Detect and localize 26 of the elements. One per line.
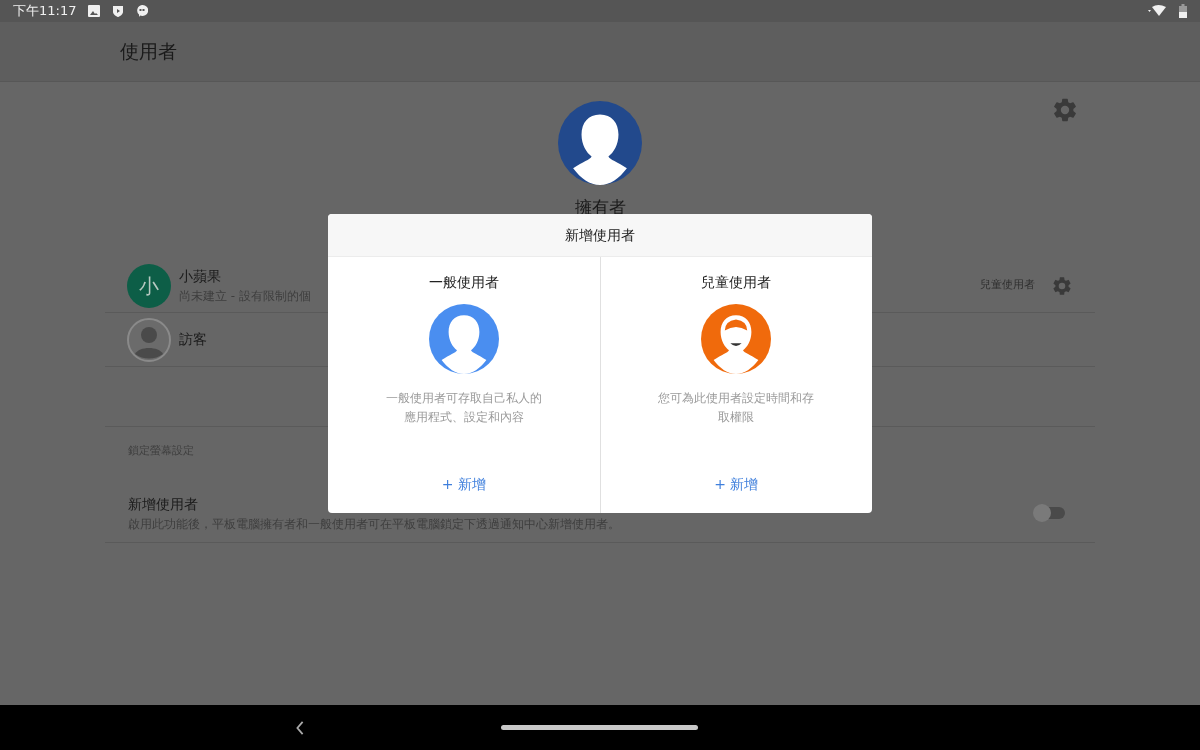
user-name: 訪客 <box>179 330 207 349</box>
person-icon <box>428 304 499 374</box>
option-title: 兒童使用者 <box>701 273 772 292</box>
settings-icon[interactable] <box>1051 274 1073 297</box>
image-icon <box>88 5 101 17</box>
toggle-switch[interactable] <box>1035 507 1065 519</box>
status-time: 下午11:17 <box>13 2 77 21</box>
setting-title: 新增使用者 <box>128 494 198 514</box>
option-title: 一般使用者 <box>428 273 499 292</box>
battery-icon <box>1179 4 1187 18</box>
app-bar-title: 使用者 <box>120 39 177 65</box>
back-icon[interactable] <box>295 720 305 735</box>
guest-avatar-icon <box>127 317 171 362</box>
play-shield-icon <box>112 5 125 17</box>
child-icon <box>701 304 772 374</box>
user-avatar: 小 <box>127 263 171 308</box>
owner-avatar-icon <box>558 101 642 185</box>
chat-bubble-icon <box>136 5 149 17</box>
option-description: 您可為此使用者設定時間和存取權限 <box>657 390 816 426</box>
option-description: 一般使用者可存取自己私人的應用程式、設定和內容 <box>384 390 543 426</box>
add-button[interactable]: + 新增 <box>706 474 767 495</box>
add-button[interactable]: + 新增 <box>433 474 494 495</box>
dialog-title: 新增使用者 <box>565 225 635 245</box>
settings-icon[interactable] <box>1051 96 1079 124</box>
user-name: 小蘋果 <box>179 267 221 286</box>
wifi-icon <box>1147 5 1167 17</box>
